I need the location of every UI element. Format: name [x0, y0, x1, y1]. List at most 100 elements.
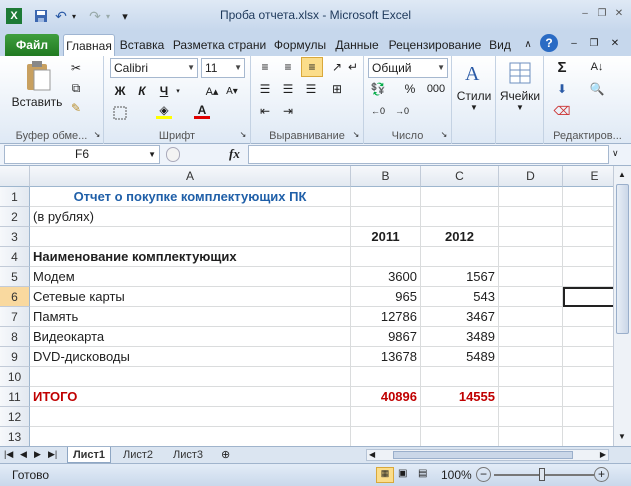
tab-view[interactable]: Вид	[487, 34, 513, 56]
row-header-6[interactable]: 6	[0, 287, 30, 307]
align-middle-icon[interactable]: ≡	[280, 59, 296, 75]
fill-icon[interactable]: ⬇	[554, 81, 570, 97]
cell-d10[interactable]	[499, 367, 563, 387]
minimize-button[interactable]: –	[578, 7, 592, 21]
expand-formula-bar-icon[interactable]: ∨	[612, 148, 619, 159]
row-header-12[interactable]: 12	[0, 407, 30, 427]
cell-d12[interactable]	[499, 407, 563, 427]
cell-e5[interactable]	[563, 267, 613, 287]
zoom-slider-thumb[interactable]	[539, 468, 545, 481]
align-left-icon[interactable]: ☰	[257, 81, 273, 97]
cell-e2[interactable]	[563, 207, 613, 227]
scroll-right-icon[interactable]: ▶	[600, 450, 606, 459]
cell-d1[interactable]	[499, 187, 563, 207]
borders-icon[interactable]	[112, 105, 128, 121]
shrink-font-icon[interactable]: A▾	[224, 83, 240, 99]
cell-a7[interactable]: Память	[30, 307, 351, 327]
align-right-icon[interactable]: ☰	[303, 81, 319, 97]
cell-d2[interactable]	[499, 207, 563, 227]
cut-icon[interactable]: ✂	[68, 60, 84, 76]
column-header-e[interactable]: E	[563, 166, 613, 187]
row-header-5[interactable]: 5	[0, 267, 30, 287]
prev-sheet-icon[interactable]: ◀	[20, 449, 27, 460]
italic-button[interactable]: К	[134, 83, 150, 99]
percent-icon[interactable]: %	[402, 81, 418, 97]
cell-d4[interactable]	[499, 247, 563, 267]
sheet-tab-3[interactable]: Лист3	[165, 447, 211, 463]
row-header-10[interactable]: 10	[0, 367, 30, 387]
cell-e10[interactable]	[563, 367, 613, 387]
column-header-b[interactable]: B	[351, 166, 421, 187]
cell-e6[interactable]	[563, 287, 613, 307]
cell-a11[interactable]: ИТОГО	[30, 387, 351, 407]
row-header-13[interactable]: 13	[0, 427, 30, 446]
tab-home[interactable]: Главная	[63, 34, 115, 56]
tab-page-layout[interactable]: Разметка страни	[171, 34, 268, 56]
row-header-3[interactable]: 3	[0, 227, 30, 247]
tab-insert[interactable]: Вставка	[117, 34, 167, 56]
column-header-d[interactable]: D	[499, 166, 563, 187]
styles-button[interactable]: A Стили ▼	[454, 58, 494, 122]
worksheet-grid[interactable]: A B C D E 1 Отчет о покупке комплектующих…	[0, 166, 613, 446]
cell-a2[interactable]: (в рублях)	[30, 207, 351, 227]
cell-d5[interactable]	[499, 267, 563, 287]
cell-e9[interactable]	[563, 347, 613, 367]
row-header-8[interactable]: 8	[0, 327, 30, 347]
decrease-indent-icon[interactable]: ⇤	[257, 103, 273, 119]
scroll-up-icon[interactable]: ▲	[618, 170, 626, 179]
underline-dropdown-icon[interactable]: ▾	[170, 83, 186, 99]
workbook-close-icon[interactable]: ✕	[607, 35, 623, 51]
cell-c9[interactable]: 5489	[421, 347, 499, 367]
cell-b8[interactable]: 9867	[351, 327, 421, 347]
cell-c3[interactable]: 2012	[421, 227, 499, 247]
number-launcher-icon[interactable]: ↘	[436, 126, 452, 142]
workbook-minimize-icon[interactable]: –	[566, 35, 582, 51]
cell-b10[interactable]	[351, 367, 421, 387]
page-layout-view-icon[interactable]: ▣	[398, 468, 407, 479]
column-header-c[interactable]: C	[421, 166, 499, 187]
currency-icon[interactable]: 💱	[370, 81, 386, 97]
cell-a4[interactable]: Наименование комплектующих	[30, 247, 351, 267]
cell-b2[interactable]	[351, 207, 421, 227]
cell-a6[interactable]: Сетевые карты	[30, 287, 351, 307]
cell-a13[interactable]	[30, 427, 351, 446]
decrease-decimal-icon[interactable]: →0	[394, 103, 410, 119]
row-header-9[interactable]: 9	[0, 347, 30, 367]
cell-b4[interactable]	[351, 247, 421, 267]
paste-button[interactable]: Вставить	[8, 58, 66, 112]
cell-e13[interactable]	[563, 427, 613, 446]
cell-e8[interactable]	[563, 327, 613, 347]
cell-b7[interactable]: 12786	[351, 307, 421, 327]
cell-b6[interactable]: 965	[351, 287, 421, 307]
normal-view-icon[interactable]: ▦	[376, 467, 394, 483]
tab-review[interactable]: Рецензирование	[386, 34, 484, 56]
cell-b13[interactable]	[351, 427, 421, 446]
row-header-4[interactable]: 4	[0, 247, 30, 267]
cell-b9[interactable]: 13678	[351, 347, 421, 367]
cell-b1[interactable]	[351, 187, 421, 207]
align-center-icon[interactable]: ☰	[280, 81, 296, 97]
name-box[interactable]: F6 ▼	[4, 145, 160, 164]
vertical-scrollbar[interactable]: ▲ ▼	[613, 166, 631, 446]
cell-c10[interactable]	[421, 367, 499, 387]
font-size-select[interactable]: 11 ▼	[201, 58, 245, 78]
find-select-icon[interactable]: 🔍	[589, 81, 605, 97]
restore-button[interactable]: ❐	[595, 7, 609, 21]
formula-input[interactable]	[248, 145, 609, 164]
cell-a5[interactable]: Модем	[30, 267, 351, 287]
h-scroll-thumb[interactable]	[393, 451, 573, 459]
cell-a10[interactable]	[30, 367, 351, 387]
cell-b12[interactable]	[351, 407, 421, 427]
tab-data[interactable]: Данные	[332, 34, 382, 56]
help-icon[interactable]: ?	[540, 34, 558, 52]
wrap-text-icon[interactable]: ↵	[345, 59, 361, 75]
cell-e3[interactable]	[563, 227, 613, 247]
column-header-a[interactable]: A	[30, 166, 351, 187]
cell-c4[interactable]	[421, 247, 499, 267]
close-button[interactable]: ✕	[612, 7, 626, 21]
scroll-left-icon[interactable]: ◀	[369, 450, 375, 459]
tab-formulas[interactable]: Формулы	[271, 34, 329, 56]
cell-d11[interactable]	[499, 387, 563, 407]
cell-e7[interactable]	[563, 307, 613, 327]
scroll-down-icon[interactable]: ▼	[618, 432, 626, 441]
